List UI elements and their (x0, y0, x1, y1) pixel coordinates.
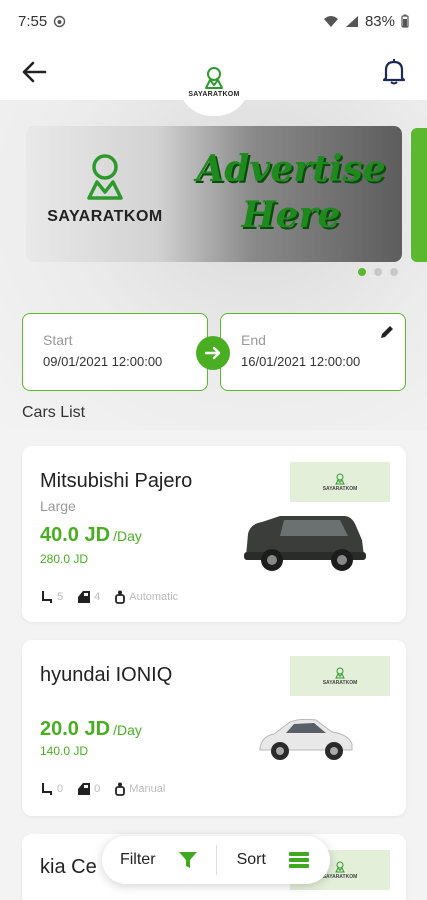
sort-label: Sort (236, 851, 266, 868)
seats-count: 5 (57, 591, 64, 603)
back-arrow-icon (22, 61, 47, 83)
brand-logo-icon (335, 473, 345, 484)
brand-logo-icon (335, 667, 345, 678)
ad-banner[interactable]: SAYARATKOM Advertise Here (26, 126, 402, 262)
brand-logo-icon (335, 861, 345, 872)
brand-name: SAYARATKOM (188, 91, 240, 98)
gearshift-icon (115, 590, 126, 604)
car-price: 20.0 JD/Day (40, 718, 142, 741)
filter-sort-bar: Filter Sort (102, 836, 330, 884)
banner-logo: SAYARATKOM (40, 152, 170, 226)
car-logo-text: SAYARATKOM (322, 679, 358, 686)
sort-list-icon (288, 852, 309, 868)
status-bar: 7:55 83% (0, 0, 427, 42)
filter-funnel-icon (178, 852, 197, 868)
pencil-icon (381, 326, 393, 338)
edit-dates-button[interactable] (379, 324, 395, 345)
transmission-feature: Manual (114, 782, 165, 796)
start-value: 09/01/2021 12:00:00 (43, 354, 163, 369)
battery-percent: 83% (364, 12, 395, 30)
car-image (244, 516, 366, 571)
car-name: hyundai IONIQ (40, 664, 173, 686)
doors-feature: 0 (77, 782, 100, 796)
banner-brand: SAYARATKOM (47, 208, 163, 225)
car-card[interactable]: hyundai IONIQ 20.0 JD/Day 140.0 JD SAYAR… (22, 640, 406, 816)
banner-ad-line1: Advertise (196, 148, 386, 190)
banner-logo-icon (87, 154, 123, 200)
arrow-right-icon (204, 346, 221, 360)
seats-feature: 0 (40, 782, 63, 796)
start-label: Start (43, 332, 73, 348)
cars-list-title: Cars List (22, 404, 86, 421)
camera-notification-icon (54, 15, 66, 27)
filter-button[interactable]: Filter (102, 836, 216, 884)
date-range-arrow (196, 336, 230, 370)
wifi-icon (323, 15, 338, 27)
car-total-price: 280.0 JD (40, 552, 89, 566)
filter-label: Filter (119, 851, 156, 868)
end-value: 16/01/2021 12:00:00 (241, 354, 361, 369)
start-date-field[interactable]: Start 09/01/2021 12:00:00 (22, 313, 208, 391)
doors-count: 4 (94, 591, 101, 603)
car-price: 40.0 JD/Day (40, 524, 142, 547)
banner-ad-line2: Here (241, 194, 341, 236)
end-date-field[interactable]: End 16/01/2021 12:00:00 (220, 313, 406, 391)
car-price-value: 20.0 JD (40, 718, 111, 740)
door-icon (78, 591, 91, 603)
car-name: kia Ce (40, 856, 97, 878)
car-name: Mitsubishi Pajero (40, 470, 193, 492)
carousel-dot[interactable] (390, 268, 398, 276)
seats-count: 0 (57, 783, 64, 795)
signal-icon (345, 15, 358, 27)
car-image (259, 718, 353, 760)
seat-icon (42, 783, 52, 795)
carousel-dot-active[interactable] (358, 268, 366, 276)
carousel-dots (358, 268, 398, 276)
car-total-price: 140.0 JD (40, 744, 89, 758)
car-features: 5 4 Automatic (40, 590, 178, 604)
seat-icon (42, 591, 52, 603)
car-price-unit: /Day (113, 722, 142, 738)
banner-ad-text: Advertise Here (186, 146, 396, 238)
car-brand-logo: SAYARATKOM (290, 462, 390, 502)
car-logo-text: SAYARATKOM (322, 485, 358, 492)
gearshift-icon (115, 782, 126, 796)
car-brand-logo: SAYARATKOM (290, 656, 390, 696)
bell-icon (382, 59, 406, 85)
brand-logo-icon (205, 67, 223, 89)
car-card[interactable]: Mitsubishi Pajero Large 40.0 JD/Day 280.… (22, 446, 406, 622)
car-features: 0 0 Manual (40, 782, 165, 796)
doors-count: 0 (94, 783, 101, 795)
doors-feature: 4 (77, 590, 100, 604)
car-price-unit: /Day (113, 528, 142, 544)
notifications-button[interactable] (381, 58, 407, 86)
status-time: 7:55 (18, 12, 48, 30)
carousel-dot[interactable] (374, 268, 382, 276)
next-banner-peek[interactable] (411, 128, 427, 262)
transmission-feature: Automatic (114, 590, 178, 604)
car-price-value: 40.0 JD (40, 524, 111, 546)
door-icon (78, 783, 91, 795)
transmission-type: Automatic (129, 591, 179, 603)
back-button[interactable] (20, 58, 48, 86)
transmission-type: Manual (129, 783, 166, 795)
brand-logo: SAYARATKOM (178, 48, 250, 116)
seats-feature: 5 (40, 590, 63, 604)
battery-icon (401, 14, 409, 28)
car-class: Large (40, 498, 76, 514)
sort-button[interactable]: Sort (217, 836, 331, 884)
